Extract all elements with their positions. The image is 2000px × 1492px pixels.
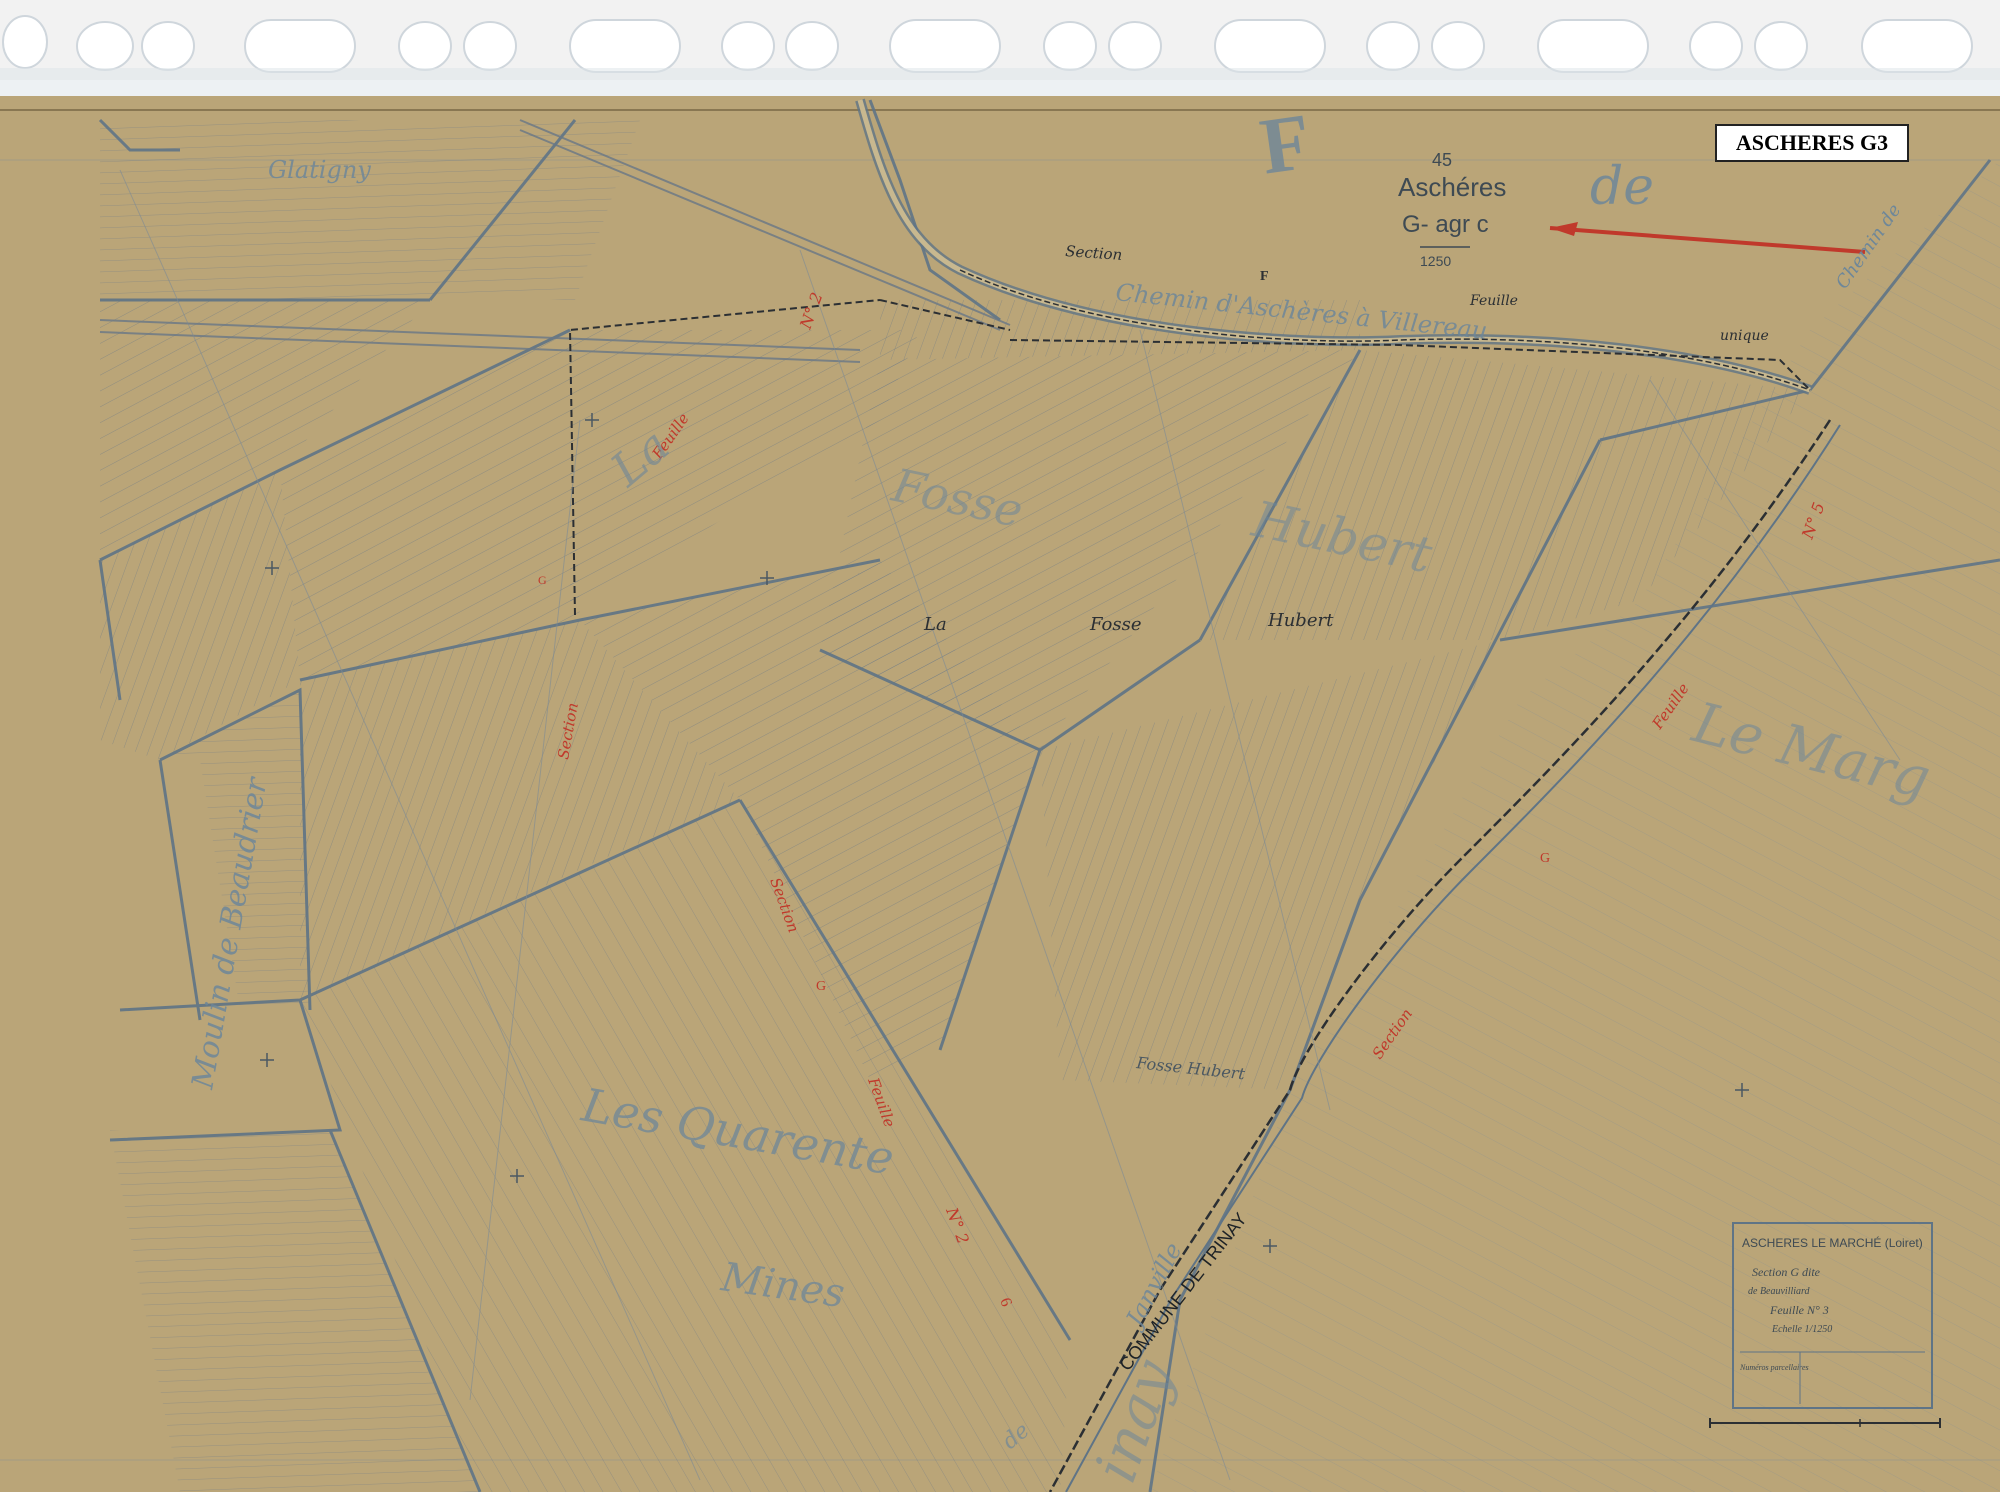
- header-section-abbrev: G- agr c: [1402, 211, 1489, 238]
- binder-film: [0, 68, 2000, 98]
- label-g-left: G: [538, 573, 547, 587]
- header-scale: 1250: [1420, 253, 1451, 269]
- label-g-center: G: [816, 979, 826, 994]
- place-hubert-small: Hubert: [1267, 610, 1334, 631]
- road-feuille-top: Feuille: [1469, 293, 1518, 309]
- cadastral-map-sheet: ASCHERES LE MARCHÉ (Loiret) Section G di…: [0, 0, 2000, 1492]
- place-fosse-small: Fosse: [1089, 614, 1141, 635]
- header-word-de: de: [1590, 157, 1654, 217]
- sheet-label: ASCHERES G3: [1715, 124, 1909, 162]
- place-glatigny: Glatigny: [268, 156, 371, 184]
- header-number: 45: [1432, 150, 1452, 170]
- cartouche-numeros: Numéros parcellaires: [1739, 1363, 1809, 1372]
- cartouche-section: Section G dite: [1752, 1265, 1821, 1279]
- cartouche-feuille: Feuille N° 3: [1769, 1303, 1829, 1317]
- cartouche-echelle: Echelle 1/1250: [1771, 1324, 1832, 1335]
- place-la-small: La: [923, 614, 947, 635]
- road-unique: unique: [1720, 328, 1769, 344]
- label-g-right: G: [1540, 851, 1550, 866]
- header-commune: Aschéres: [1398, 172, 1506, 202]
- label-f-letter: F: [1260, 269, 1269, 284]
- cartouche-dite-name: de Beauvilliard: [1748, 1286, 1811, 1297]
- cartouche-title: ASCHERES LE MARCHÉ (Loiret): [1742, 1235, 1923, 1250]
